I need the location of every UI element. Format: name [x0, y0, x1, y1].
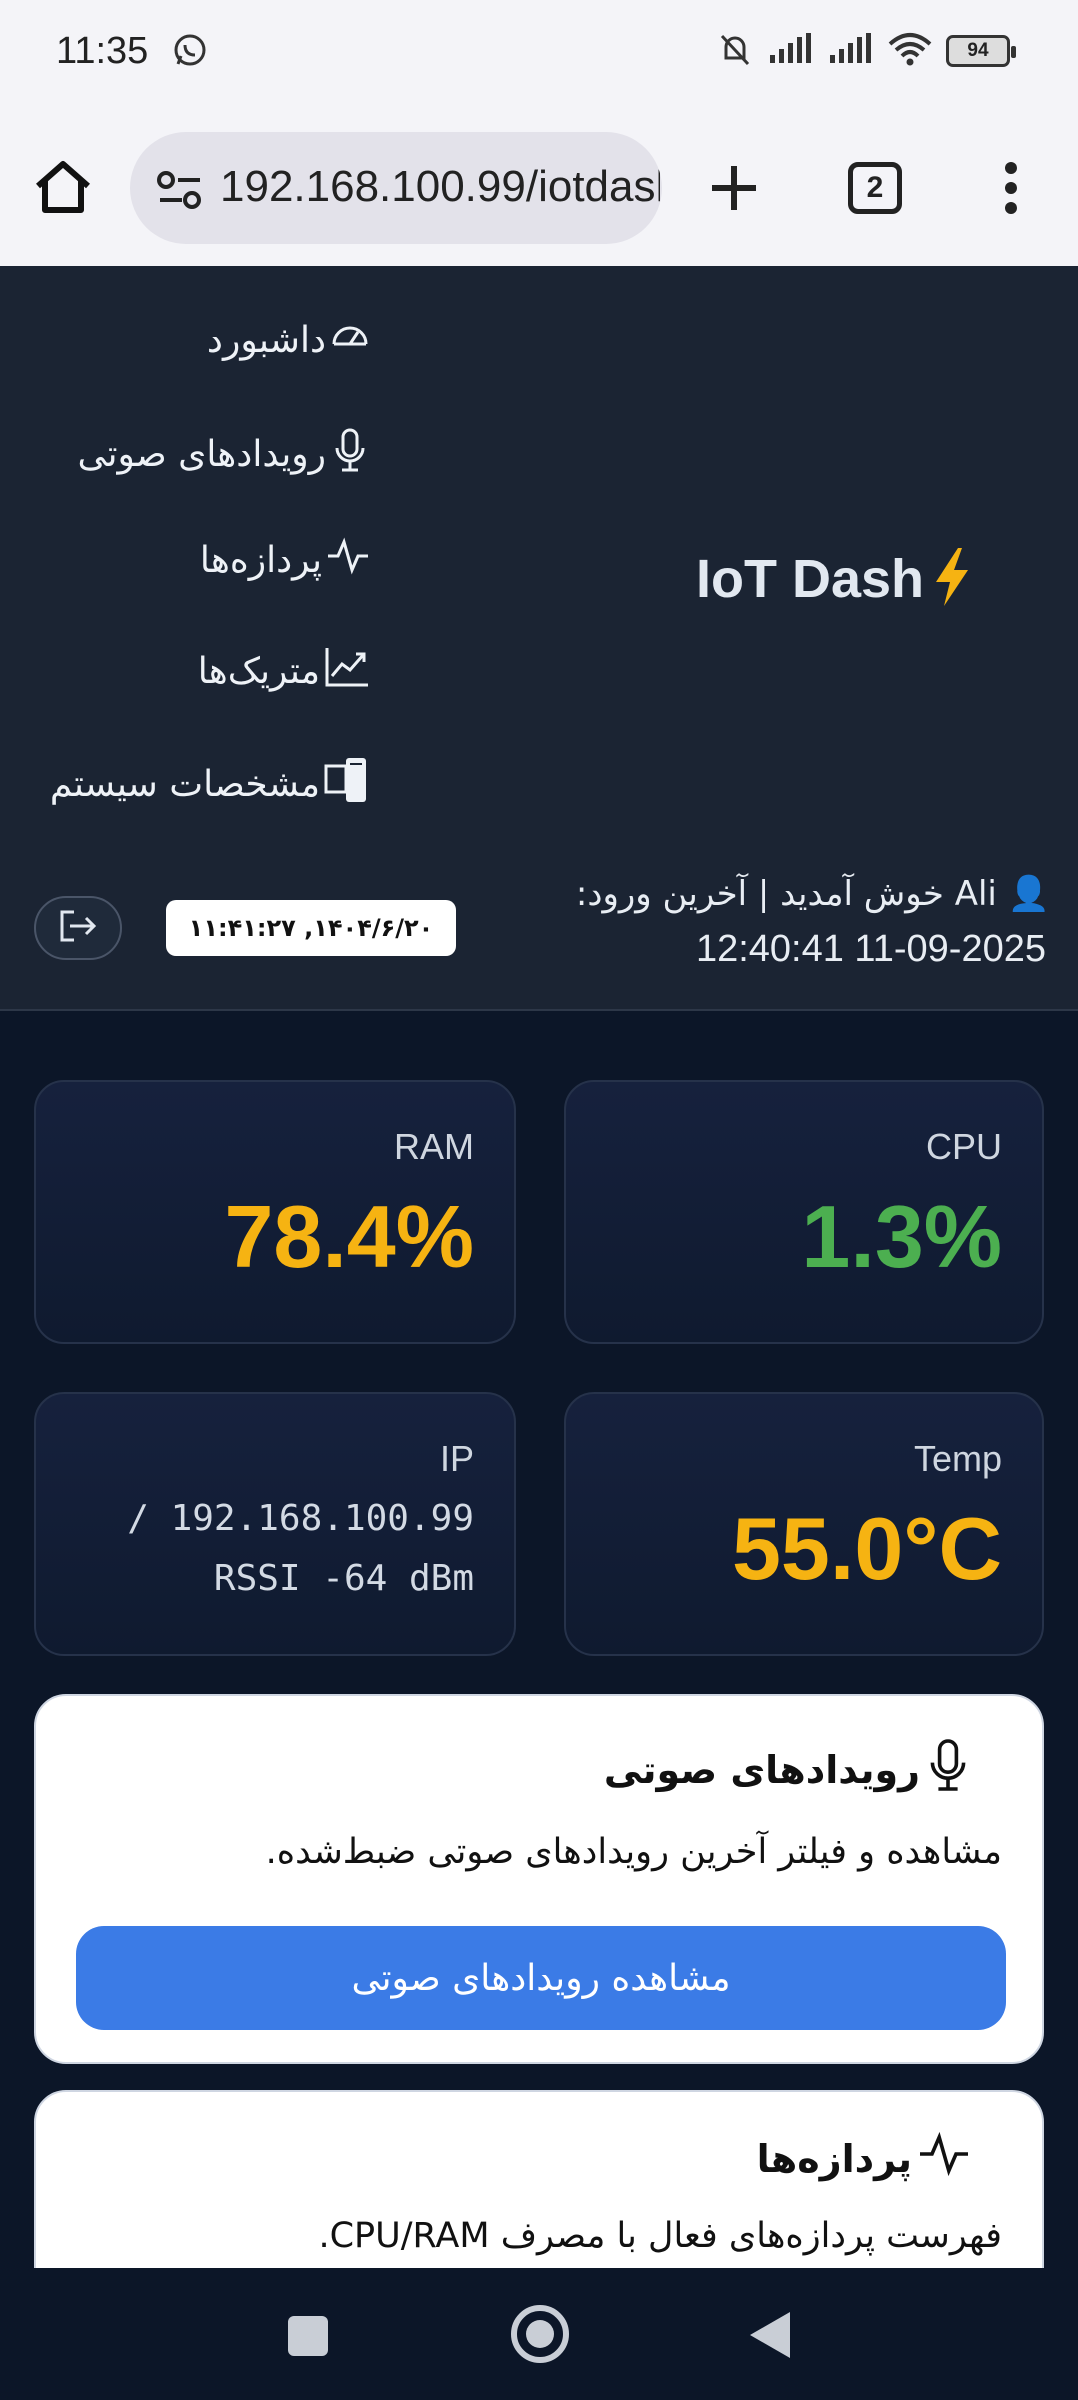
cpu-card: CPU 1.3% [564, 1080, 1044, 1344]
rssi-value: RSSI -64 dBm [213, 1558, 474, 1599]
whatsapp-icon [172, 32, 208, 72]
audio-events-panel: رویدادهای صوتی مشاهده و فیلتر آخرین روید… [34, 1694, 1044, 2064]
back-button[interactable] [746, 2310, 792, 2364]
nav-item-processes[interactable]: پردازه‌ها [200, 536, 370, 585]
nav-item-audio-events[interactable]: رویدادهای صوتی [78, 426, 370, 483]
ram-label: RAM [394, 1126, 474, 1167]
ram-value: 78.4% [224, 1187, 474, 1286]
home-nav-button[interactable] [510, 2304, 570, 2368]
nav-label: رویدادهای صوتی [77, 434, 326, 475]
cpu-value: 1.3% [801, 1187, 1002, 1286]
app-header: داشبورد رویدادهای صوتی پردازه‌ها متریک‌ه… [0, 266, 1078, 1011]
home-button[interactable] [30, 154, 96, 220]
temp-value: 55.0°C [731, 1499, 1002, 1598]
processes-description: فهرست پردازه‌های فعال با مصرف CPU/RAM. [318, 2216, 1002, 2256]
ip-address: / 192.168.100.99 [127, 1498, 474, 1539]
wifi-icon [888, 32, 932, 70]
date-time-badge: ۱۴۰۴/۶/۲۰, ۱۱:۴۱:۲۷ [166, 900, 456, 956]
new-tab-button[interactable] [706, 160, 762, 220]
system-navigation-bar [0, 2268, 1078, 2400]
url-text[interactable]: 192.168.100.99/iotdash [220, 162, 660, 212]
microphone-icon [330, 426, 370, 483]
nav-item-dashboard[interactable]: داشبورد [207, 316, 370, 365]
nav-label: مشخصات سیستم [49, 764, 320, 805]
status-time: 11:35 [56, 30, 149, 72]
nav-item-metrics[interactable]: متریک‌ها [198, 646, 370, 697]
browser-toolbar: 192.168.100.99/iotdash 2 [0, 104, 1078, 266]
processes-panel-title: پردازه‌ها [757, 2130, 972, 2187]
audio-panel-title: رویدادهای صوتی [604, 1736, 972, 1803]
temp-card: Temp 55.0°C [564, 1392, 1044, 1656]
recents-button[interactable] [286, 2314, 330, 2362]
tab-switcher-button[interactable]: 2 [848, 162, 902, 214]
devices-icon [324, 756, 370, 813]
mute-bell-icon [716, 30, 754, 72]
nav-label: پردازه‌ها [199, 540, 322, 581]
ram-card: RAM 78.4% [34, 1080, 516, 1344]
logout-icon [56, 908, 100, 948]
signal-icon-2 [828, 33, 874, 69]
brand-name: IoT Dash [696, 549, 925, 609]
pulse-icon [326, 536, 370, 585]
site-settings-icon[interactable] [156, 170, 204, 214]
welcome-text: 👤 Ali خوش آمدید | آخرین ورود: [575, 874, 1050, 914]
ip-card: IP / 192.168.100.99 RSSI -64 dBm [34, 1392, 516, 1656]
address-bar[interactable]: 192.168.100.99/iotdash [130, 132, 662, 244]
brand-logo[interactable]: IoT Dash [696, 546, 974, 612]
ip-label: IP [439, 1438, 474, 1479]
audio-title-text: رویدادهای صوتی [603, 1747, 920, 1792]
battery-icon: 94 [946, 35, 1016, 67]
processes-title-text: پردازه‌ها [756, 2136, 912, 2181]
nav-label: متریک‌ها [197, 651, 320, 692]
last-login-time: 12:40:41 11-09-2025 [695, 928, 1046, 970]
nav-label: داشبورد [206, 320, 326, 361]
nav-item-system-info[interactable]: مشخصات سیستم [50, 756, 370, 813]
pulse-icon [916, 2130, 972, 2187]
status-bar: 11:35 94 [0, 0, 1078, 104]
audio-description: مشاهده و فیلتر آخرین رویدادهای صوتی ضبط‌… [265, 1832, 1002, 1872]
cpu-label: CPU [925, 1126, 1002, 1167]
lightning-icon [930, 546, 974, 612]
gauge-icon [330, 316, 370, 365]
chart-line-icon [324, 646, 370, 697]
signal-icon [768, 33, 814, 69]
more-menu-icon[interactable] [996, 160, 1026, 220]
view-audio-events-button[interactable]: مشاهده رویدادهای صوتی [76, 1926, 1006, 2030]
logout-button[interactable] [34, 896, 122, 960]
temp-label: Temp [913, 1438, 1002, 1479]
microphone-icon [924, 1736, 972, 1803]
